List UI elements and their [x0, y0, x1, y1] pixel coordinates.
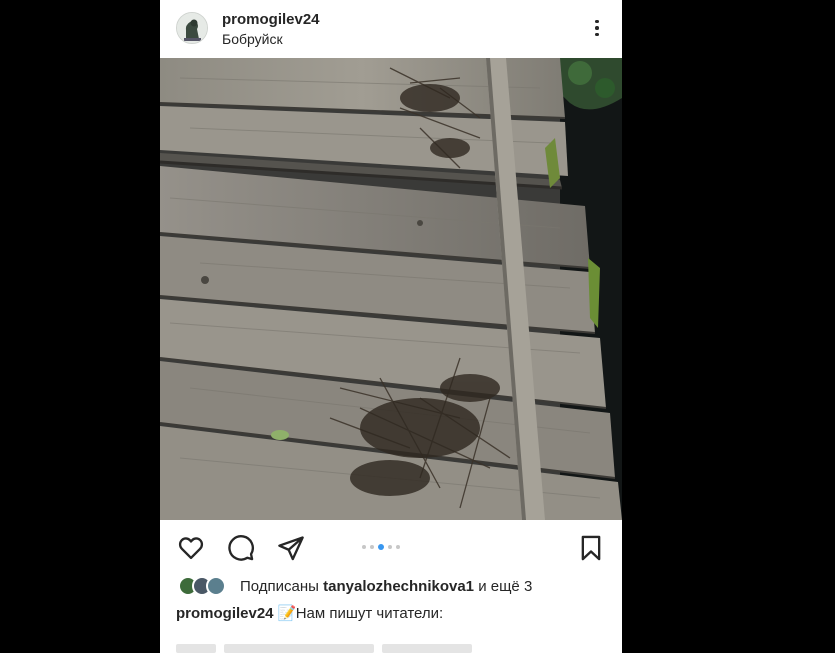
comment-button[interactable] — [227, 534, 255, 562]
bookmark-icon — [581, 535, 601, 561]
liked-by-user[interactable]: tanyalozhechnikova1 — [323, 578, 474, 595]
more-vertical-icon — [595, 19, 599, 24]
post-location[interactable]: Бобруйск — [222, 31, 283, 47]
cutoff-fragment — [382, 644, 472, 653]
liked-by-row[interactable]: Подписаны tanyalozhechnikova1 и ещё 3 — [178, 574, 618, 598]
liked-by-prefix: Подписаны — [240, 577, 319, 595]
more-dot — [595, 26, 599, 30]
user-avatar[interactable] — [176, 12, 208, 44]
carousel-dot-active — [378, 544, 384, 550]
save-button[interactable] — [577, 534, 605, 562]
liker-avatars — [178, 575, 234, 597]
carousel-indicator — [362, 544, 400, 550]
cutoff-fragment — [176, 644, 216, 653]
liker-avatar — [206, 576, 226, 596]
like-button[interactable] — [177, 534, 205, 562]
memo-icon: 📝 — [277, 605, 297, 622]
send-icon — [278, 536, 304, 561]
carousel-dot — [370, 545, 374, 549]
caption-username[interactable]: promogilev24 — [176, 605, 274, 622]
liked-by-suffix[interactable]: и ещё 3 — [478, 578, 532, 595]
post-header: promogilev24 Бобруйск — [160, 0, 622, 58]
heart-icon — [178, 537, 204, 560]
carousel-dot — [396, 545, 400, 549]
carousel-dot — [362, 545, 366, 549]
post-username[interactable]: promogilev24 — [222, 11, 320, 28]
cutoff-fragment — [224, 644, 374, 653]
post-actions-bar — [160, 524, 622, 570]
more-dot — [595, 32, 599, 37]
liked-by-text: Подписаны tanyalozhechnikova1 и ещё 3 — [240, 578, 532, 595]
share-button[interactable] — [277, 534, 305, 562]
instagram-post-card: promogilev24 Бобруйск Подписаны tanyaloz… — [160, 0, 622, 653]
wooden-bridge-photo — [160, 58, 622, 520]
post-photo[interactable] — [160, 58, 622, 520]
post-caption: promogilev24 📝Нам пишут читатели: — [176, 604, 616, 622]
more-options-button[interactable] — [586, 17, 608, 39]
comment-icon — [228, 535, 254, 561]
caption-text: Нам пишут читатели: — [295, 605, 444, 622]
lion-statue-icon — [177, 13, 207, 43]
carousel-dot — [388, 545, 392, 549]
truncated-next-line — [176, 644, 606, 653]
